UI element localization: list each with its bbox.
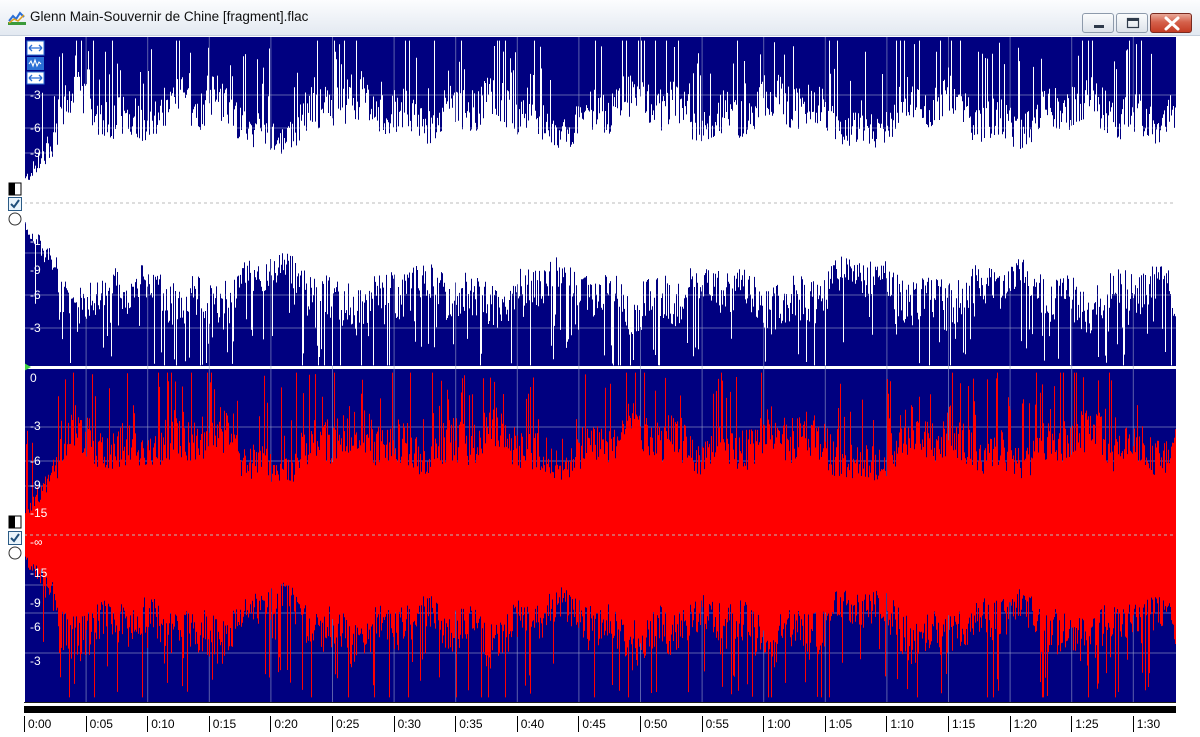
channel-gutter bbox=[0, 37, 24, 737]
y-label: -6 bbox=[30, 288, 41, 302]
y-label: -3 bbox=[30, 419, 41, 433]
maximize-button[interactable] bbox=[1116, 13, 1148, 33]
time-tick-label: 0:50 bbox=[640, 716, 667, 732]
y-label: -9 bbox=[30, 263, 41, 277]
radio-icon bbox=[8, 212, 22, 226]
minimize-button[interactable] bbox=[1082, 13, 1114, 33]
right-margin bbox=[1176, 37, 1200, 737]
time-tick-label: 0:25 bbox=[332, 716, 359, 732]
channel-square-icon[interactable] bbox=[8, 515, 22, 529]
time-tick-label: 1:20 bbox=[1009, 716, 1037, 732]
y-label: -9 bbox=[30, 478, 41, 492]
time-tick-label: 0:30 bbox=[393, 716, 421, 732]
time-tick-label: 1:05 bbox=[824, 716, 852, 732]
channel-solo-radio[interactable] bbox=[8, 546, 22, 560]
ruler-strip bbox=[24, 706, 1176, 713]
channel-solo-radio[interactable] bbox=[8, 212, 22, 226]
y-label: -∞ bbox=[30, 535, 43, 549]
time-tick-label: 0:00 bbox=[24, 716, 51, 732]
time-tick-label: 0:05 bbox=[85, 716, 113, 732]
y-label: -15 bbox=[30, 566, 48, 580]
time-tick-label: 1:00 bbox=[763, 716, 791, 732]
y-label: -6 bbox=[30, 454, 41, 468]
time-tick-label: 0:10 bbox=[147, 716, 175, 732]
y-label: -6 bbox=[30, 620, 41, 634]
checkbox-check-icon bbox=[8, 197, 22, 211]
time-tick-label: 0:20 bbox=[270, 716, 298, 732]
waveform-zoom-icon[interactable] bbox=[27, 57, 44, 70]
y-label: -9 bbox=[30, 596, 41, 610]
time-tick-label: 0:40 bbox=[516, 716, 544, 732]
time-tick-label: 0:55 bbox=[701, 716, 729, 732]
channel-divider bbox=[24, 366, 1176, 369]
close-button[interactable] bbox=[1150, 13, 1192, 33]
minimize-icon bbox=[1094, 25, 1104, 28]
app-icon bbox=[8, 10, 26, 26]
time-tick-label: 0:45 bbox=[578, 716, 606, 732]
y-label: -3 bbox=[30, 88, 41, 102]
radio-icon bbox=[8, 546, 22, 560]
channel-enabled-checkbox[interactable] bbox=[8, 531, 22, 545]
horizontal-fit-icon[interactable] bbox=[26, 40, 45, 56]
y-label: -15 bbox=[30, 176, 48, 190]
time-tick-label: 1:25 bbox=[1071, 716, 1099, 732]
channel-enabled-checkbox[interactable] bbox=[8, 197, 22, 211]
window-title: Glenn Main-Souvernir de Chine [fragment]… bbox=[30, 9, 309, 24]
y-label: -15 bbox=[30, 234, 48, 248]
y-label: -3 bbox=[30, 654, 41, 668]
y-label: -6 bbox=[30, 121, 41, 135]
checkbox-check-icon bbox=[8, 531, 22, 545]
y-label: -∞ bbox=[30, 201, 43, 215]
maximize-icon bbox=[1126, 17, 1140, 29]
close-icon bbox=[1164, 16, 1180, 31]
time-tick-label: 1:15 bbox=[948, 716, 975, 732]
time-tick-label: 1:10 bbox=[886, 716, 914, 732]
waveform-view[interactable] bbox=[24, 37, 1176, 702]
y-label: -15 bbox=[30, 506, 48, 520]
time-tick-label: 1:30 bbox=[1132, 716, 1160, 732]
time-tick-label: 0:15 bbox=[208, 716, 236, 732]
time-ruler[interactable]: 0:00 0:05 0:10 0:15 0:20 0:25 0:30 0:35 0:40 0:45… bbox=[24, 702, 1176, 737]
time-tick-label: 0:35 bbox=[455, 716, 483, 732]
y-label: -3 bbox=[30, 321, 41, 335]
channel-square-icon[interactable] bbox=[8, 182, 22, 196]
y-label: 0 bbox=[30, 371, 37, 385]
y-label: -9 bbox=[30, 146, 41, 160]
title-bar[interactable]: Glenn Main-Souvernir de Chine [fragment]… bbox=[0, 0, 1200, 36]
horizontal-zoom-icon[interactable] bbox=[26, 71, 45, 85]
